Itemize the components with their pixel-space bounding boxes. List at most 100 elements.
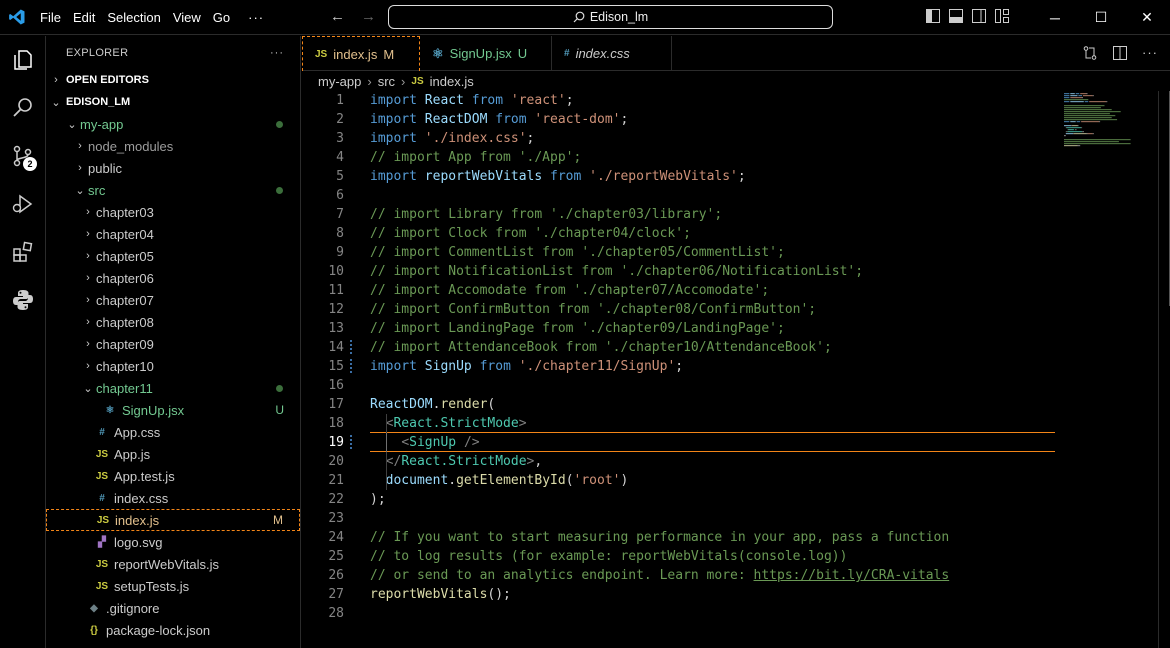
scrollbar-thumb[interactable]: [1159, 91, 1170, 306]
minimap-token: [1092, 133, 1094, 135]
back-arrow-icon[interactable]: ←: [330, 8, 345, 25]
file-item[interactable]: # App.css: [46, 421, 300, 443]
file-item[interactable]: # index.css: [46, 487, 300, 509]
file-item[interactable]: JS setupTests.js: [46, 575, 300, 597]
extensions-icon[interactable]: [0, 228, 46, 276]
tree-item-label: setupTests.js: [114, 578, 190, 594]
file-item[interactable]: JS App.test.js: [46, 465, 300, 487]
maximize-button[interactable]: ☐: [1078, 0, 1124, 35]
menu-view[interactable]: View: [173, 10, 211, 25]
tab-index-js[interactable]: JSindex.jsM×: [302, 36, 420, 71]
menu-selection[interactable]: Selection: [107, 10, 170, 25]
menu-go[interactable]: Go: [213, 10, 240, 25]
folder-item[interactable]: › public: [46, 157, 300, 179]
code-token: 'root': [573, 473, 621, 488]
toggle-sidebar-icon[interactable]: [926, 9, 940, 23]
folder-item[interactable]: › chapter04: [46, 223, 300, 245]
menu-edit[interactable]: Edit: [73, 10, 105, 25]
code-text: </React.StrictMode>,: [370, 452, 543, 471]
command-center-search[interactable]: Edison_lm: [388, 5, 833, 29]
chevron-down-icon: ⌄: [83, 382, 93, 395]
file-item[interactable]: JS App.js: [46, 443, 300, 465]
minimap-token: [1070, 121, 1076, 123]
open-editors-section[interactable]: › OPEN EDITORS: [46, 69, 300, 91]
forward-arrow-icon[interactable]: →: [361, 8, 376, 25]
code-text: document.getElementById('root'): [370, 471, 629, 490]
minimap-token: [1082, 131, 1084, 133]
menu-file[interactable]: File: [40, 10, 71, 25]
code-link[interactable]: https://bit.ly/CRA-vitals: [754, 568, 950, 583]
split-editor-icon[interactable]: [1112, 45, 1128, 64]
source-control-icon[interactable]: 2: [0, 132, 46, 180]
folder-item[interactable]: ⌄ my-app: [46, 113, 300, 135]
code-line: 7 // import Library from './chapter03/lib…: [302, 205, 1062, 224]
explorer-icon[interactable]: [0, 36, 46, 84]
file-item[interactable]: {} package-lock.json: [46, 619, 300, 641]
code-token: './chapter11/SignUp': [518, 359, 676, 374]
scm-count-badge: 2: [23, 157, 37, 171]
code-editor[interactable]: 1 import React from 'react'; 2 import React…: [302, 91, 1062, 648]
file-item[interactable]: ⚛ SignUp.jsx U: [46, 399, 300, 421]
more-actions-icon[interactable]: ···: [1142, 45, 1158, 64]
toggle-panel-icon[interactable]: [949, 9, 963, 23]
git-status-badge: U: [275, 403, 284, 417]
code-token: .: [448, 473, 457, 488]
line-number: 24: [328, 530, 344, 545]
minimize-button[interactable]: ─: [1032, 0, 1078, 35]
tab-signup-jsx[interactable]: ⚛ SignUp.jsx U: [420, 36, 552, 71]
open-changes-icon[interactable]: [1082, 45, 1098, 64]
file-item[interactable]: JS reportWebVitals.js: [46, 553, 300, 575]
folder-item[interactable]: ⌄ chapter11: [46, 377, 300, 399]
code-text: // import CommentList from './chapter05/…: [370, 243, 785, 262]
folder-item[interactable]: › node_modules: [46, 135, 300, 157]
minimap-token: [1065, 127, 1067, 129]
minimap-token: [1064, 143, 1109, 145]
folder-item[interactable]: › chapter06: [46, 267, 300, 289]
file-item[interactable]: ▞ logo.svg: [46, 531, 300, 553]
indent-guide: [386, 414, 387, 490]
folder-item[interactable]: › chapter08: [46, 311, 300, 333]
code-text: // import AttendanceBook from './chapter…: [370, 338, 832, 357]
breadcrumb-item[interactable]: index.js: [430, 74, 474, 89]
minimap-token: [1077, 125, 1079, 127]
menu-more-icon[interactable]: ···: [248, 10, 274, 25]
minimap[interactable]: [1062, 91, 1158, 151]
chevron-right-icon: ›: [78, 140, 82, 152]
code-line: 12 // import ConfirmButton from './chapte…: [302, 300, 1062, 319]
json-file-icon: {}: [90, 624, 98, 636]
code-token: 'react-dom': [534, 112, 621, 127]
menu-bar: File Edit Selection View Go ···: [40, 10, 276, 25]
code-token: 'react': [510, 93, 566, 108]
file-item[interactable]: ◆ .gitignore: [46, 597, 300, 619]
vertical-scrollbar[interactable]: [1158, 91, 1170, 648]
chevron-down-icon: ⌄: [51, 96, 61, 109]
run-debug-icon[interactable]: [0, 180, 46, 228]
tab-index-css[interactable]: # index.css: [552, 36, 672, 71]
folder-item[interactable]: › chapter09: [46, 333, 300, 355]
close-button[interactable]: ✕: [1124, 0, 1170, 35]
line-number: 22: [328, 492, 344, 507]
breadcrumb-item[interactable]: src: [378, 74, 395, 89]
breadcrumb-item[interactable]: my-app: [318, 74, 361, 89]
explorer-more-actions-icon[interactable]: ···: [270, 47, 284, 59]
code-line: 2 import ReactDOM from 'react-dom';: [302, 110, 1062, 129]
file-item[interactable]: JS index.js M: [46, 509, 300, 531]
minimap-token: [1064, 95, 1070, 97]
folder-item[interactable]: › chapter10: [46, 355, 300, 377]
code-line: 11 // import Accomodate from './chapter07…: [302, 281, 1062, 300]
chevron-right-icon: ›: [86, 206, 90, 218]
customize-layout-icon[interactable]: [995, 9, 1009, 23]
folder-item[interactable]: › chapter03: [46, 201, 300, 223]
code-text: // import App from './App';: [370, 148, 581, 167]
search-icon[interactable]: [0, 84, 46, 132]
folder-item[interactable]: › chapter07: [46, 289, 300, 311]
code-token: ReactDOM: [424, 112, 488, 127]
code-text: // import LandingPage from './chapter09/…: [370, 319, 785, 338]
toggle-secondary-sidebar-icon[interactable]: [972, 9, 986, 23]
python-icon[interactable]: [0, 276, 46, 324]
folder-item[interactable]: ⌄ src: [46, 179, 300, 201]
workspace-root-section[interactable]: ⌄ EDISON_LM: [46, 91, 300, 113]
folder-item[interactable]: › chapter05: [46, 245, 300, 267]
code-token: // import ConfirmButton from './chapter0…: [370, 302, 817, 317]
